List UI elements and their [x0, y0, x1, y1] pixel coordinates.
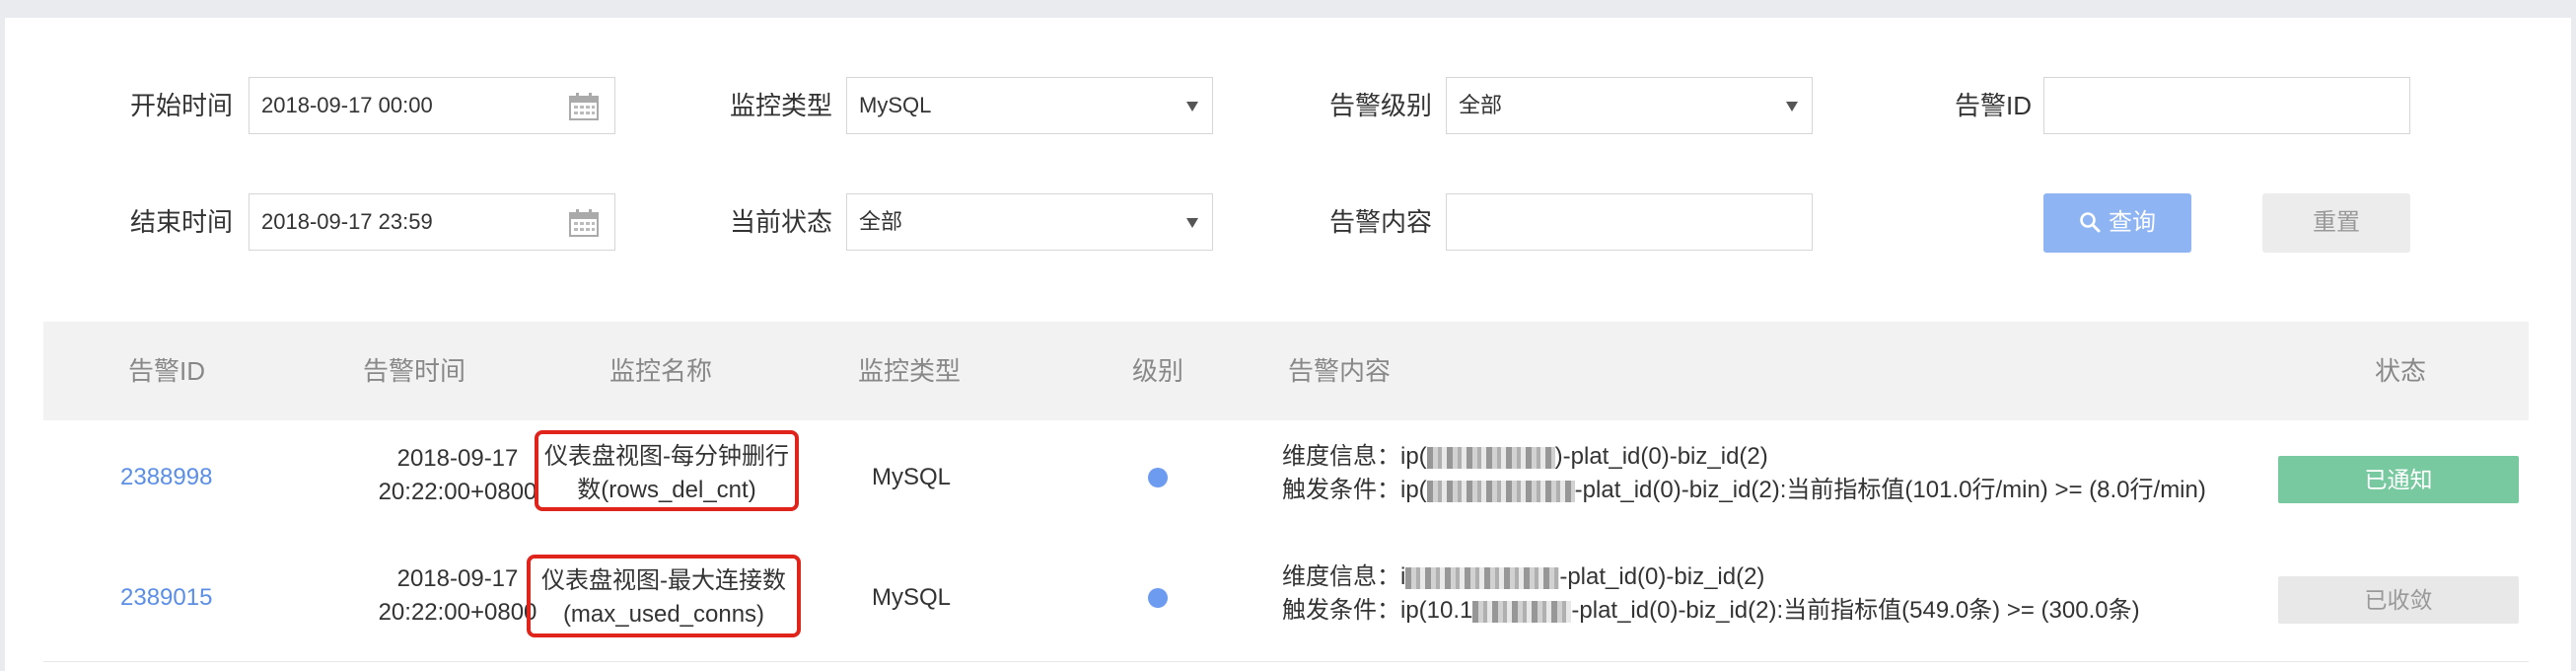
dimension-suffix: -plat_id(0)-biz_id(2) — [1559, 563, 1765, 590]
query-button[interactable]: 查询 — [2043, 193, 2191, 253]
trigger-prefix: 触发条件：ip(10.1 — [1282, 597, 1473, 624]
monitor-type: MySQL — [872, 584, 952, 611]
start-time-input[interactable]: 2018-09-17 00:00 — [249, 77, 615, 134]
column-header-level: 级别 — [1132, 356, 1184, 386]
level-dot-icon — [1148, 588, 1168, 608]
alert-content-label: 告警内容 — [1329, 207, 1433, 237]
column-header-content: 告警内容 — [1288, 356, 1392, 386]
alert-level-value: 全部 — [1459, 93, 1503, 117]
level-dot-icon — [1148, 468, 1168, 487]
calendar-icon[interactable] — [569, 93, 599, 120]
alert-content: 维度信息：ip( )-plat_id(0)-biz_id(2) 触发条件：ip( -… — [1282, 440, 2206, 507]
alert-level-select[interactable]: 全部 — [1446, 77, 1813, 134]
calendar-icon[interactable] — [569, 209, 599, 237]
end-time-label: 结束时间 — [130, 207, 234, 237]
table-header: 告警ID 告警时间 监控名称 监控类型 级别 告警内容 状态 — [43, 322, 2529, 420]
monitor-type-label: 监控类型 — [730, 91, 833, 120]
search-icon — [2080, 212, 2101, 233]
query-label: 查询 — [2109, 209, 2156, 236]
trigger-prefix: 触发条件：ip( — [1282, 477, 1427, 503]
alert-content: 维度信息：i -plat_id(0)-biz_id(2) 触发条件：ip(10.1… — [1282, 560, 2140, 628]
monitor-name-line1: 仪表盘视图-每分钟删行 — [544, 443, 789, 470]
end-time-value: 2018-09-17 23:59 — [261, 209, 433, 234]
chevron-down-icon — [1186, 102, 1198, 112]
dimension-prefix: 维度信息：i — [1282, 563, 1406, 590]
alert-id-label: 告警ID — [1955, 91, 2033, 120]
current-state-value: 全部 — [859, 209, 903, 234]
alert-id-input[interactable] — [2043, 77, 2410, 134]
chevron-down-icon — [1186, 218, 1198, 228]
monitor-type-value: MySQL — [859, 93, 932, 117]
start-time-value: 2018-09-17 00:00 — [261, 93, 433, 117]
monitor-name-line1: 仪表盘视图-最大连接数 — [541, 567, 786, 594]
end-time-input[interactable]: 2018-09-17 23:59 — [249, 193, 615, 251]
table-row: 2389015 2018-09-17 20:22:00+0800 仪表盘视图-最… — [43, 541, 2529, 662]
dimension-prefix: 维度信息：ip( — [1282, 443, 1427, 470]
column-header-name: 监控名称 — [609, 356, 713, 386]
trigger-suffix: -plat_id(0)-biz_id(2):当前指标值(549.0条) >= (… — [1571, 597, 2140, 624]
start-time-label: 开始时间 — [130, 91, 234, 120]
redacted-ip — [1405, 566, 1560, 589]
current-state-select[interactable]: 全部 — [846, 193, 1213, 251]
monitor-type-select[interactable]: MySQL — [846, 77, 1213, 134]
current-state-label: 当前状态 — [730, 207, 833, 237]
status-badge: 已通知 — [2278, 456, 2519, 503]
redacted-ip — [1426, 480, 1575, 502]
trigger-condition: 触发条件：ip( -plat_id(0)-biz_id(2):当前指标值(101.… — [1282, 474, 2206, 507]
monitor-name: 仪表盘视图-最大连接数 (max_used_conns) — [527, 564, 801, 632]
alert-id-link[interactable]: 2388998 — [120, 464, 212, 491]
dimension-suffix: )-plat_id(0)-biz_id(2) — [1554, 443, 1768, 470]
chevron-down-icon — [1786, 102, 1798, 112]
table-row: 2388998 2018-09-17 20:22:00+0800 仪表盘视图-每… — [43, 420, 2529, 542]
alert-level-label: 告警级别 — [1329, 91, 1433, 120]
trigger-suffix: -plat_id(0)-biz_id(2):当前指标值(101.0行/min) … — [1574, 477, 2206, 503]
dimension-info: 维度信息：i -plat_id(0)-biz_id(2) — [1282, 560, 2140, 594]
dimension-info: 维度信息：ip( )-plat_id(0)-biz_id(2) — [1282, 440, 2206, 474]
alert-content-input[interactable] — [1446, 193, 1813, 251]
redacted-ip — [1472, 600, 1572, 623]
column-header-type: 监控类型 — [858, 356, 962, 386]
alert-id-link[interactable]: 2389015 — [120, 584, 212, 612]
trigger-condition: 触发条件：ip(10.1 -plat_id(0)-biz_id(2):当前指标值(… — [1282, 594, 2140, 628]
redacted-ip — [1426, 446, 1555, 469]
monitor-name-line2: 数(rows_del_cnt) — [577, 477, 756, 503]
column-header-status: 状态 — [2375, 356, 2427, 386]
column-header-time: 告警时间 — [363, 356, 466, 386]
monitor-name: 仪表盘视图-每分钟删行 数(rows_del_cnt) — [535, 440, 799, 507]
status-badge: 已收敛 — [2278, 576, 2519, 624]
monitor-type: MySQL — [872, 464, 952, 490]
monitor-name-line2: (max_used_conns) — [562, 601, 765, 628]
reset-button[interactable]: 重置 — [2262, 193, 2410, 253]
column-header-id: 告警ID — [128, 356, 206, 386]
